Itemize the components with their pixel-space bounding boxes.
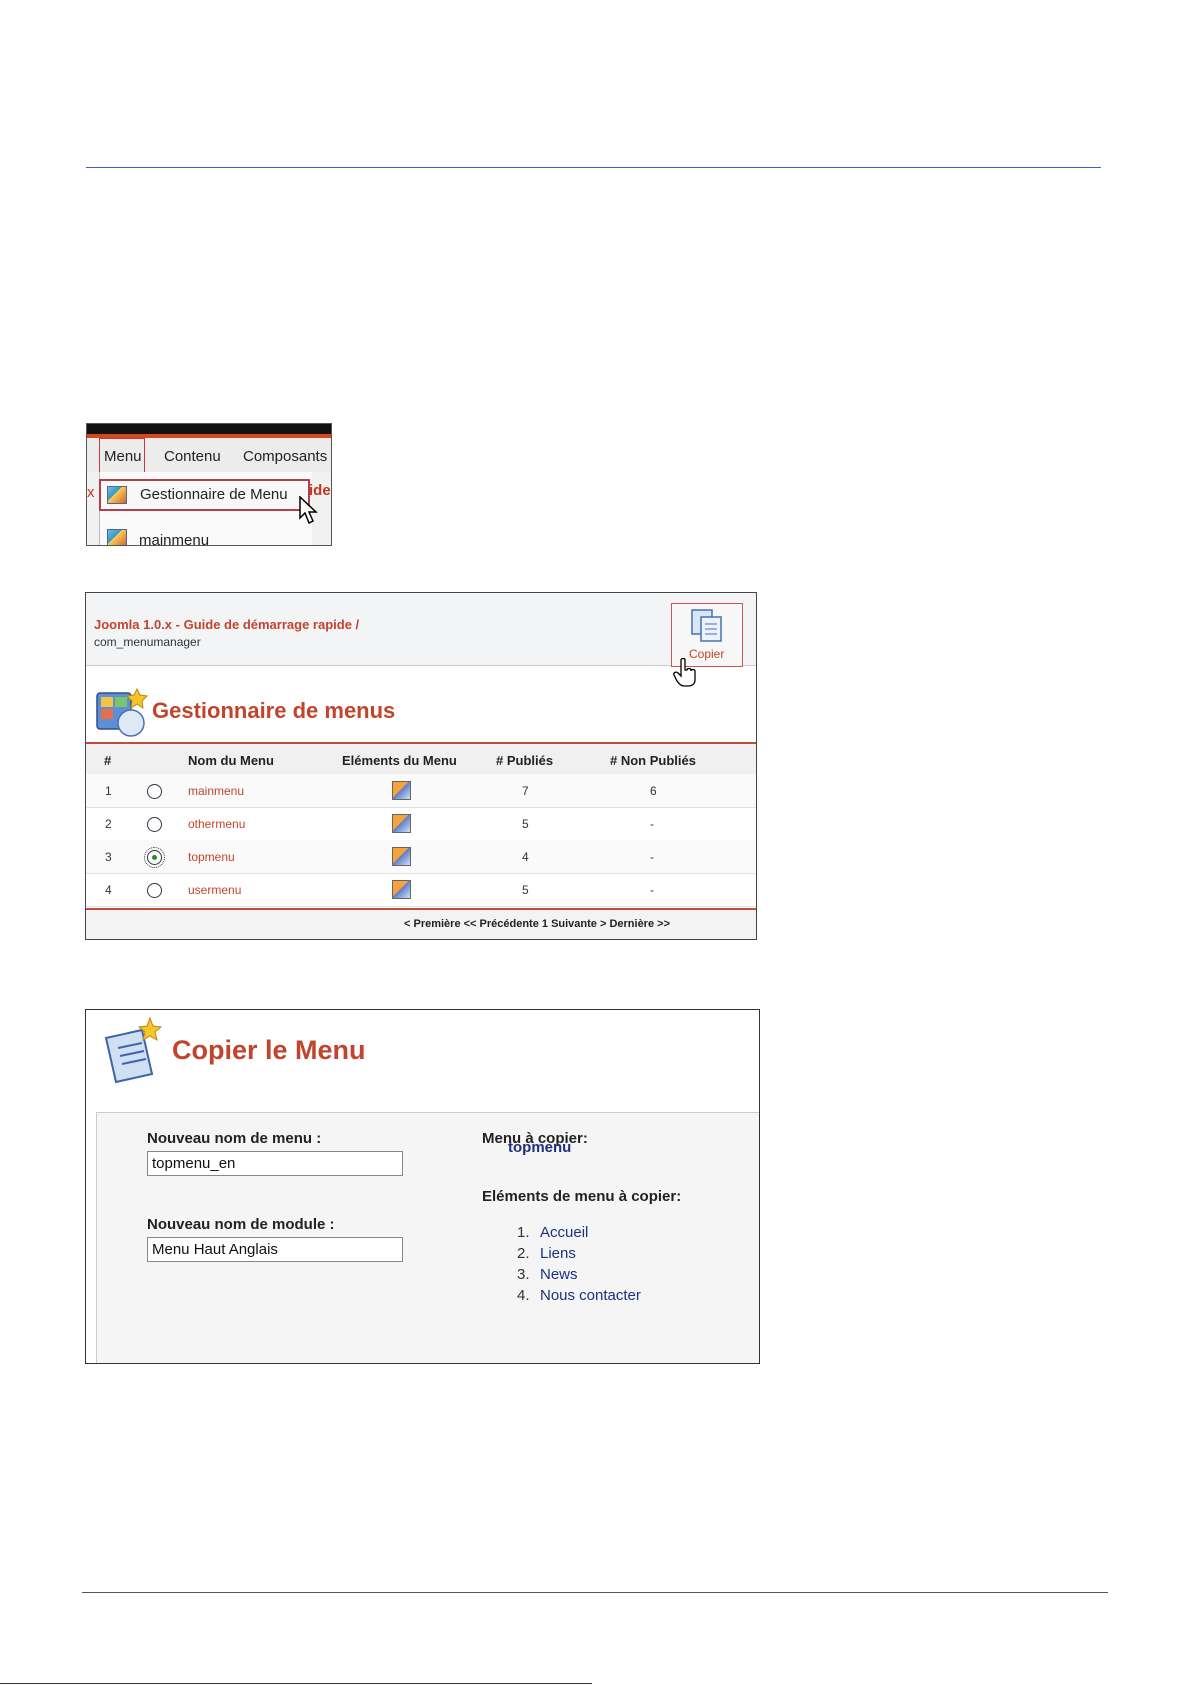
new-menu-name-label: Nouveau nom de menu : xyxy=(147,1130,322,1147)
edit-items-icon[interactable] xyxy=(392,781,411,800)
list-item: News xyxy=(540,1266,578,1283)
menu-name-link[interactable]: othermenu xyxy=(188,817,245,831)
column-header-published: # Publiés xyxy=(496,753,554,768)
menubar-item-composants[interactable]: Composants xyxy=(243,448,327,465)
page-foot-rule xyxy=(0,1683,592,1684)
mouse-pointer-icon xyxy=(299,496,318,525)
menu-name-link[interactable]: mainmenu xyxy=(188,784,244,798)
menu-manager-icon xyxy=(107,486,127,504)
hand-pointer-icon xyxy=(673,658,696,687)
unpublished-count: - xyxy=(650,883,654,897)
edit-items-icon[interactable] xyxy=(392,880,411,899)
menu-icon xyxy=(107,529,127,545)
table-row: 3 topmenu 4 - xyxy=(86,840,756,874)
menu-name-link[interactable]: topmenu xyxy=(188,850,235,864)
new-module-name-label: Nouveau nom de module : xyxy=(147,1216,335,1233)
list-item: Liens xyxy=(540,1245,576,1262)
list-item-number: 3. xyxy=(517,1266,530,1283)
list-item-number: 4. xyxy=(517,1287,530,1304)
copy-menu-icon xyxy=(104,1016,163,1084)
background-text-fragment: x xyxy=(87,484,95,501)
pagination[interactable]: < Première << Précédente 1 Suivante > De… xyxy=(404,918,670,930)
column-header-items: Eléments du Menu xyxy=(342,753,457,768)
table-row: 2 othermenu 5 - xyxy=(86,807,756,841)
published-count: 4 xyxy=(522,850,529,864)
row-number: 1 xyxy=(105,784,112,798)
published-count: 7 xyxy=(522,784,529,798)
table-row: 1 mainmenu 7 6 xyxy=(86,774,756,808)
items-to-copy-label: Eléments de menu à copier: xyxy=(482,1188,682,1205)
table-row: 4 usermenu 5 - xyxy=(86,873,756,907)
row-number: 4 xyxy=(105,883,112,897)
menu-manager-icon xyxy=(96,687,149,737)
row-number: 2 xyxy=(105,817,112,831)
breadcrumb[interactable]: Joomla 1.0.x - Guide de démarrage rapide… xyxy=(94,617,359,632)
header-rule xyxy=(86,167,1101,168)
new-menu-name-input[interactable] xyxy=(147,1151,403,1176)
row-select-radio[interactable] xyxy=(147,817,162,832)
row-select-radio[interactable] xyxy=(147,883,162,898)
edit-items-icon[interactable] xyxy=(392,814,411,833)
page-title: Gestionnaire de menus xyxy=(152,698,396,723)
menu-to-copy-value: topmenu xyxy=(508,1139,572,1156)
screenshot-menu-manager: Joomla 1.0.x - Guide de démarrage rapide… xyxy=(85,592,757,940)
breadcrumb-component: com_menumanager xyxy=(94,635,201,649)
list-item: Nous contacter xyxy=(540,1287,641,1304)
edit-items-icon[interactable] xyxy=(392,847,411,866)
unpublished-count: 6 xyxy=(650,784,657,798)
list-item-number: 1. xyxy=(517,1224,530,1241)
column-header-unpublished: # Non Publiés xyxy=(610,753,696,768)
page-title: Copier le Menu xyxy=(172,1035,366,1065)
list-item: Accueil xyxy=(540,1224,589,1241)
copy-form-panel: Nouveau nom de menu : Nouveau nom de mod… xyxy=(96,1112,759,1363)
published-count: 5 xyxy=(522,817,529,831)
dropdown-item-mainmenu[interactable]: mainmenu xyxy=(139,532,209,545)
column-header-name[interactable]: Nom du Menu xyxy=(188,753,274,768)
menubar-item-menu[interactable]: Menu xyxy=(104,448,142,465)
menu-name-link[interactable]: usermenu xyxy=(188,883,241,897)
unpublished-count: - xyxy=(650,817,654,831)
column-header-number: # xyxy=(104,753,112,768)
admin-top-bar xyxy=(87,424,331,434)
screenshot-copy-menu: Copier le Menu Nouveau nom de menu : Nou… xyxy=(85,1009,760,1364)
copy-icon xyxy=(691,609,722,642)
screenshot-menu-dropdown: Menu Contenu Composants x ide Gestionnai… xyxy=(86,423,332,546)
row-number: 3 xyxy=(105,850,112,864)
footer-rule xyxy=(82,1592,1108,1593)
menubar-item-contenu[interactable]: Contenu xyxy=(164,448,221,465)
new-module-name-input[interactable] xyxy=(147,1237,403,1262)
row-select-radio-selected[interactable] xyxy=(144,847,165,868)
dropdown-item-label: Gestionnaire de Menu xyxy=(140,486,288,503)
list-item-number: 2. xyxy=(517,1245,530,1262)
unpublished-count: - xyxy=(650,850,654,864)
published-count: 5 xyxy=(522,883,529,897)
row-select-radio[interactable] xyxy=(147,784,162,799)
